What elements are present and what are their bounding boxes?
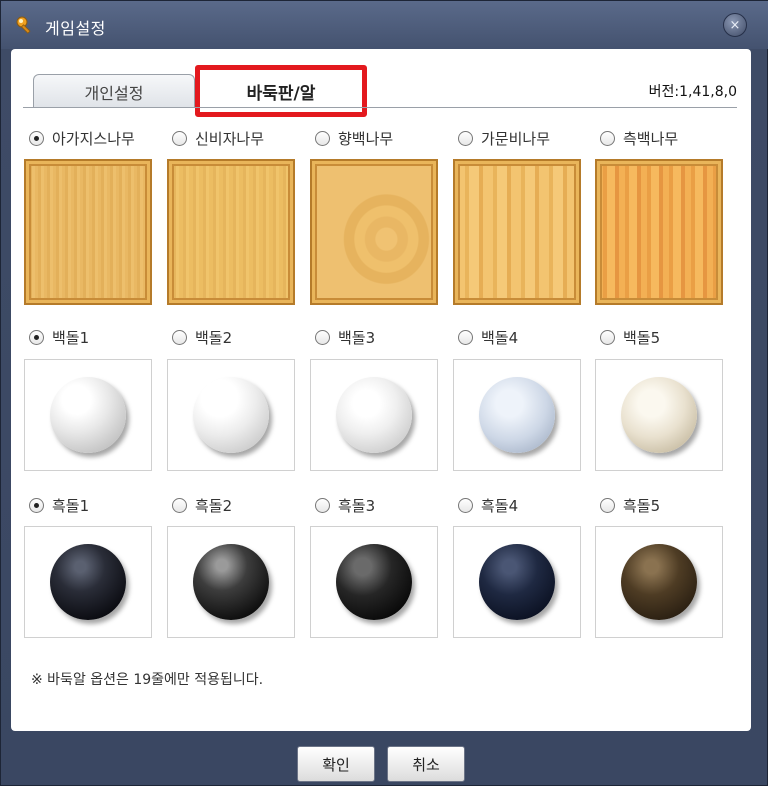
board-label: 측백나무	[623, 130, 679, 148]
radio-board-4[interactable]: 가문비나무	[458, 128, 550, 149]
radio-board-3[interactable]: 향백나무	[315, 128, 393, 149]
white-stone-icon	[479, 377, 555, 453]
radio-dot[interactable]	[29, 498, 44, 513]
radio-board-1[interactable]: 아가지스나무	[29, 128, 135, 149]
radio-black-4[interactable]: 흑돌4	[458, 495, 518, 516]
radio-dot[interactable]	[172, 131, 187, 146]
settings-window: 게임설정 × 개인설정 바둑판/알 버전:1,41,8,0 아가지스나무 신비자…	[0, 0, 768, 786]
white-stone-icon	[193, 377, 269, 453]
black-stone-label: 흑돌2	[195, 497, 233, 515]
black-stone-icon	[50, 544, 126, 620]
black-stone-icon	[193, 544, 269, 620]
radio-black-1[interactable]: 흑돌1	[29, 495, 89, 516]
radio-black-2[interactable]: 흑돌2	[172, 495, 232, 516]
radio-dot[interactable]	[172, 330, 187, 345]
ok-label: 확인	[322, 755, 350, 774]
board-preview-5[interactable]	[595, 159, 723, 305]
white-stone-icon	[621, 377, 697, 453]
black-stone-icon	[621, 544, 697, 620]
black-stone-label: 흑돌3	[338, 497, 376, 515]
radio-dot[interactable]	[315, 498, 330, 513]
black-stone-preview-1[interactable]	[24, 526, 152, 638]
cancel-button[interactable]: 취소	[387, 746, 465, 782]
radio-dot[interactable]	[600, 131, 615, 146]
white-stone-preview-5[interactable]	[595, 359, 723, 471]
white-stone-icon	[50, 377, 126, 453]
radio-white-3[interactable]: 백돌3	[315, 327, 375, 348]
radio-white-4[interactable]: 백돌4	[458, 327, 518, 348]
white-stone-icon	[336, 377, 412, 453]
board-preview-2[interactable]	[167, 159, 295, 305]
black-stone-preview-4[interactable]	[453, 526, 581, 638]
white-stone-label: 백돌3	[338, 329, 376, 347]
radio-dot[interactable]	[29, 330, 44, 345]
board-label: 신비자나무	[195, 130, 265, 148]
white-stone-preview-4[interactable]	[453, 359, 581, 471]
black-stone-icon	[479, 544, 555, 620]
black-stone-preview-3[interactable]	[310, 526, 438, 638]
radio-white-5[interactable]: 백돌5	[600, 327, 660, 348]
black-stone-icon	[336, 544, 412, 620]
black-stone-label: 흑돌4	[481, 497, 519, 515]
title-bar[interactable]: 게임설정 ×	[1, 1, 768, 49]
radio-dot[interactable]	[458, 498, 473, 513]
radio-dot[interactable]	[315, 131, 330, 146]
board-preview-3[interactable]	[310, 159, 438, 305]
radio-black-3[interactable]: 흑돌3	[315, 495, 375, 516]
board-preview-4[interactable]	[453, 159, 581, 305]
white-stone-label: 백돌5	[623, 329, 661, 347]
radio-dot[interactable]	[315, 330, 330, 345]
tab-personal-label: 개인설정	[84, 83, 144, 103]
white-stone-preview-2[interactable]	[167, 359, 295, 471]
white-stone-label: 백돌2	[195, 329, 233, 347]
tab-board-label: 바둑판/알	[246, 83, 316, 104]
board-label: 향백나무	[338, 130, 394, 148]
version-label: 버전:1,41,8,0	[648, 84, 737, 100]
white-stone-label: 백돌1	[52, 329, 90, 347]
wrench-icon	[16, 16, 31, 34]
radio-dot[interactable]	[458, 131, 473, 146]
radio-white-1[interactable]: 백돌1	[29, 327, 89, 348]
close-icon: ×	[729, 17, 741, 33]
white-stone-label: 백돌4	[481, 329, 519, 347]
black-stone-preview-2[interactable]	[167, 526, 295, 638]
radio-dot[interactable]	[600, 330, 615, 345]
radio-dot[interactable]	[600, 498, 615, 513]
cancel-label: 취소	[412, 755, 440, 774]
white-stone-preview-1[interactable]	[24, 359, 152, 471]
radio-white-2[interactable]: 백돌2	[172, 327, 232, 348]
board-label: 아가지스나무	[52, 130, 135, 148]
black-stone-label: 흑돌1	[52, 497, 90, 515]
radio-dot[interactable]	[458, 330, 473, 345]
board-preview-1[interactable]	[24, 159, 152, 305]
white-stone-preview-3[interactable]	[310, 359, 438, 471]
window-title: 게임설정	[45, 19, 106, 38]
radio-board-5[interactable]: 측백나무	[600, 128, 678, 149]
tab-board-stones[interactable]: 바둑판/알	[195, 65, 367, 117]
radio-dot[interactable]	[29, 131, 44, 146]
black-stone-preview-5[interactable]	[595, 526, 723, 638]
ok-button[interactable]: 확인	[297, 746, 375, 782]
radio-dot[interactable]	[172, 498, 187, 513]
stone-option-note: ※ 바둑알 옵션은 19줄에만 적용됩니다.	[31, 672, 264, 688]
close-button[interactable]: ×	[723, 13, 747, 37]
radio-black-5[interactable]: 흑돌5	[600, 495, 660, 516]
tab-divider	[23, 107, 737, 108]
tab-personal-settings[interactable]: 개인설정	[33, 74, 195, 108]
board-label: 가문비나무	[481, 130, 551, 148]
radio-board-2[interactable]: 신비자나무	[172, 128, 264, 149]
black-stone-label: 흑돌5	[623, 497, 661, 515]
